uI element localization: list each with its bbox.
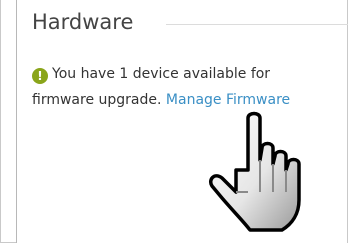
title-divider xyxy=(166,24,348,25)
exclamation-icon: ! xyxy=(32,68,48,84)
notice-text-line2: firmware upgrade. xyxy=(32,92,162,108)
section-title: Hardware xyxy=(32,10,134,34)
notice-text-line1: You have 1 device available for xyxy=(52,66,271,82)
hand-pointer-icon xyxy=(209,111,301,232)
